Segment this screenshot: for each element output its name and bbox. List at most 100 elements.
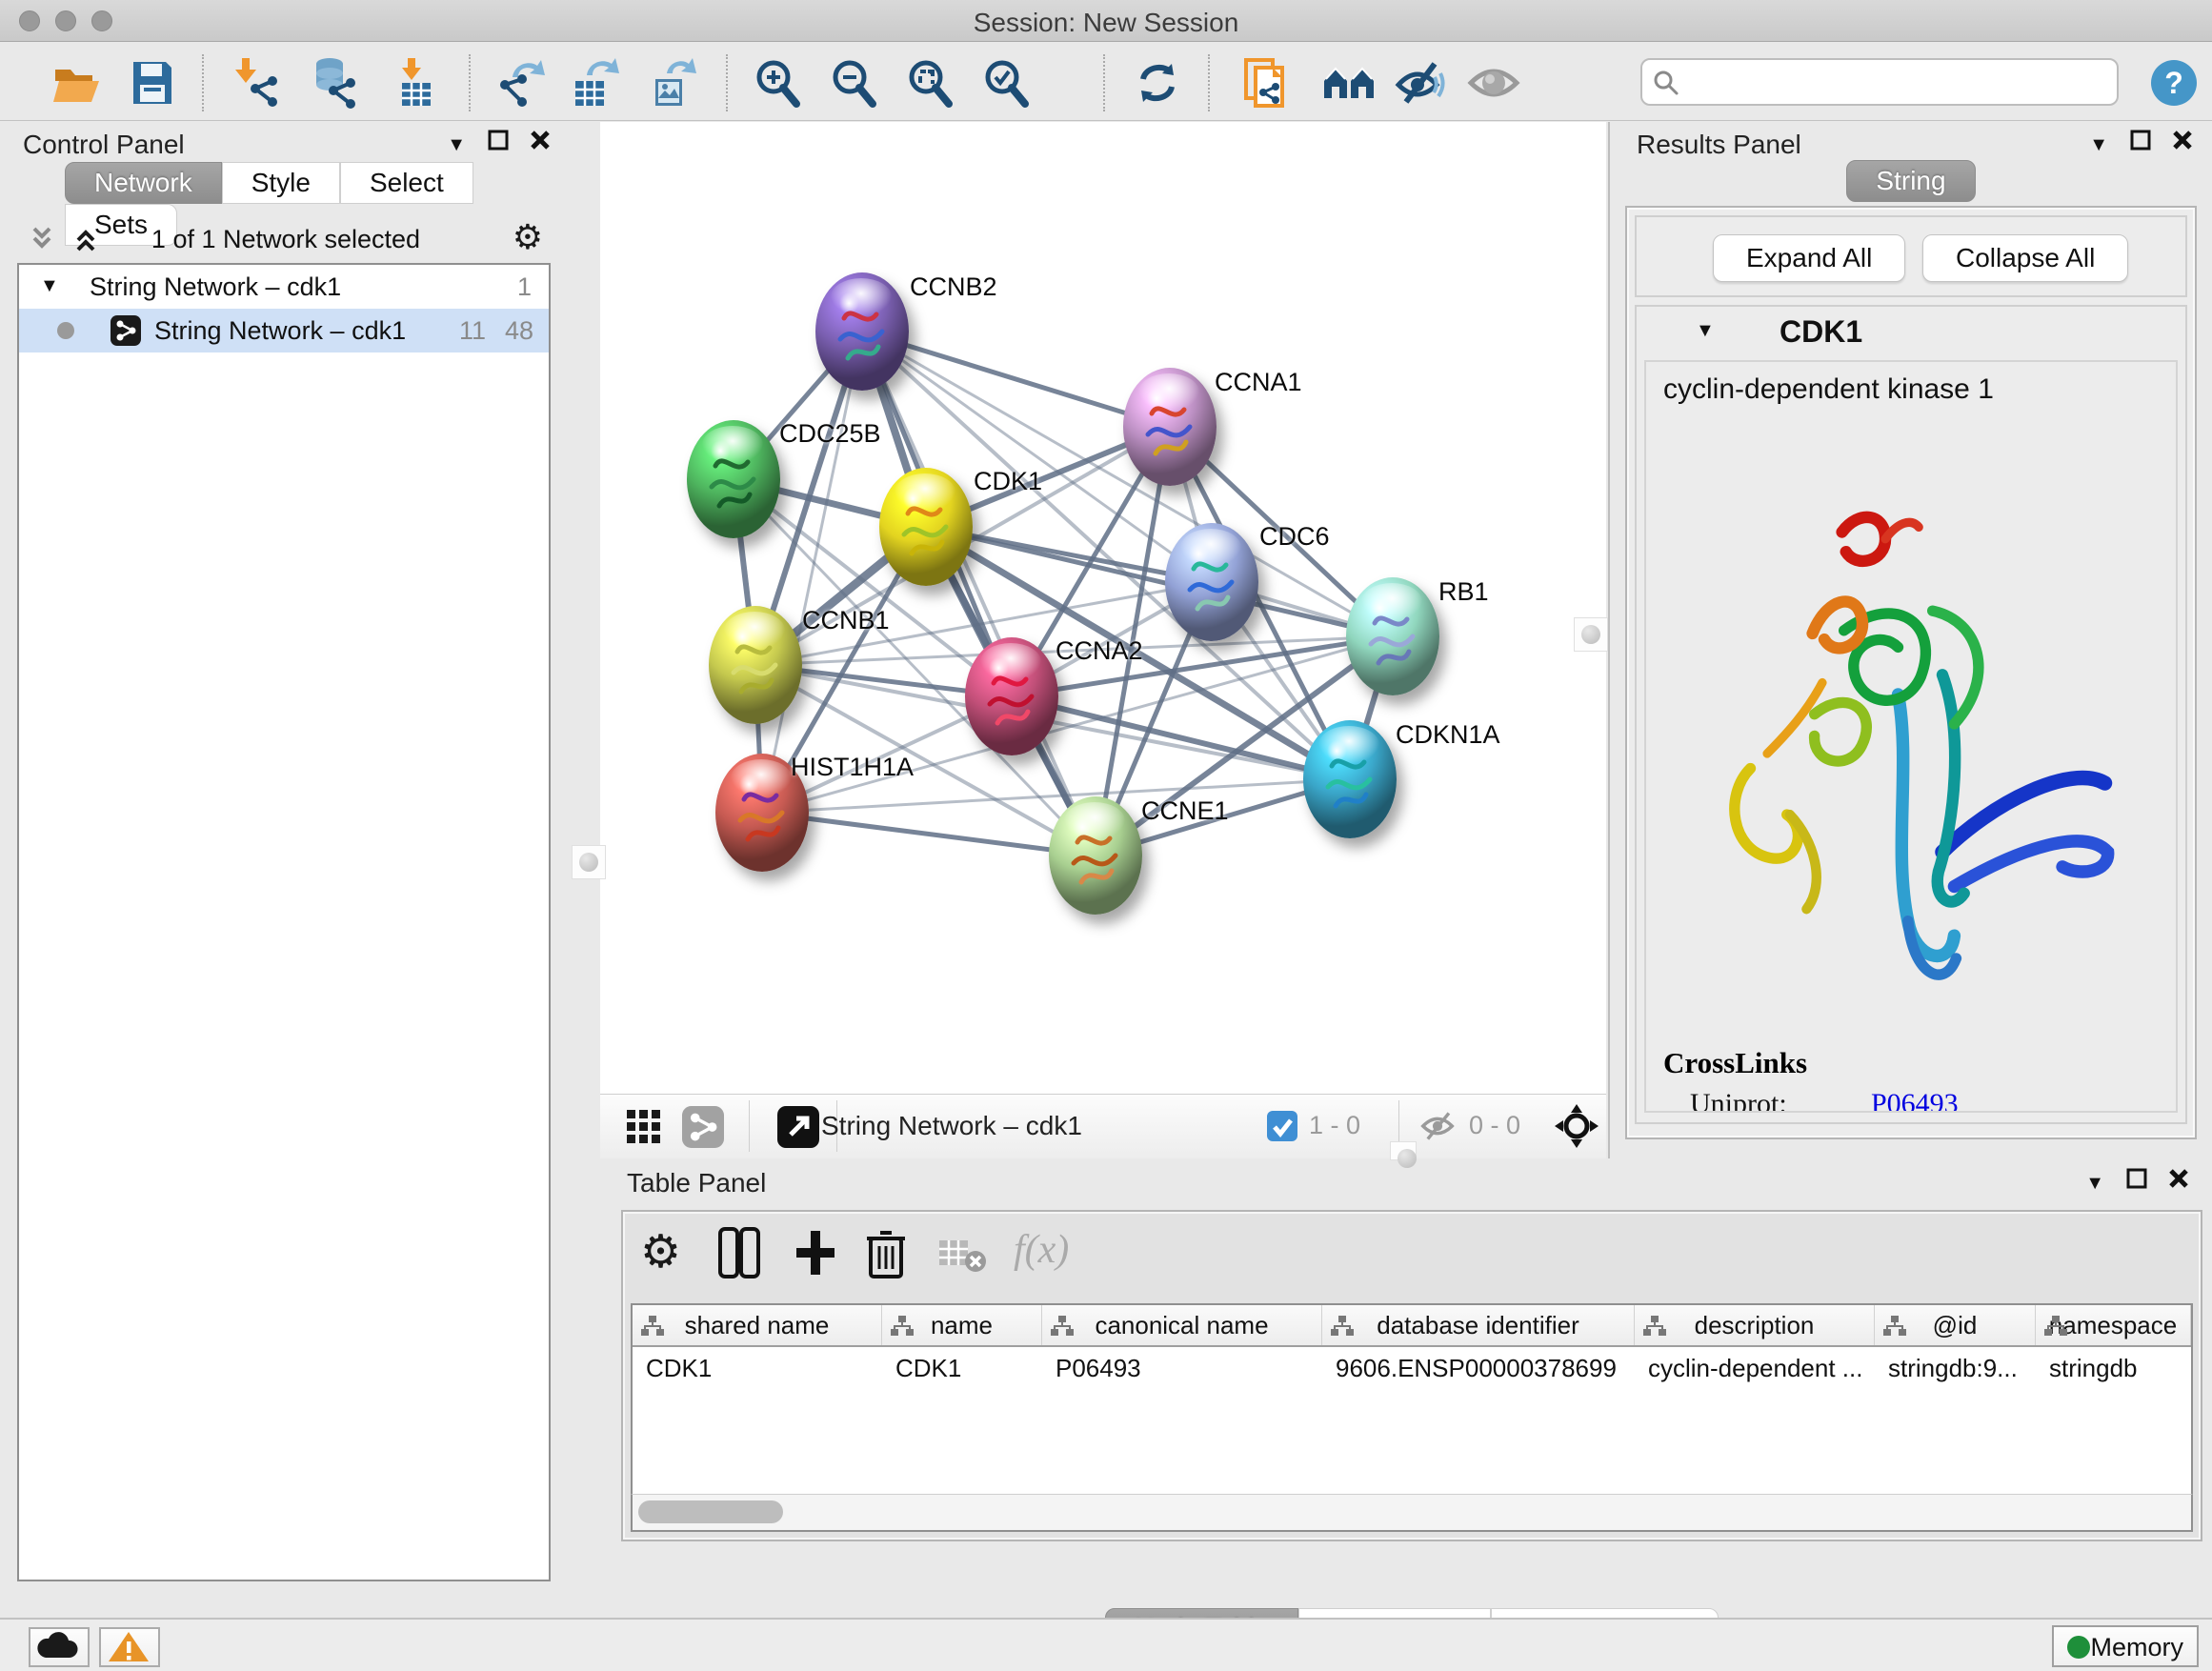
- crosslink-link[interactable]: P06493: [1871, 1088, 1959, 1113]
- show-columns-icon[interactable]: [714, 1225, 768, 1284]
- column-header--id[interactable]: @id: [1875, 1305, 2036, 1345]
- node-CCNB1[interactable]: [709, 606, 802, 724]
- table-cell[interactable]: 9606.ENSP00000378699: [1322, 1347, 1635, 1389]
- zoom-out-button[interactable]: [827, 56, 882, 110]
- column-header-shared-name[interactable]: shared name: [633, 1305, 882, 1345]
- collapse-all-button[interactable]: Collapse All: [1922, 234, 2128, 282]
- import-network-database-button[interactable]: [307, 56, 362, 110]
- birds-eye-toggle-icon[interactable]: [1553, 1102, 1600, 1150]
- network-canvas[interactable]: CCNB2 CCNA1 CDC25B CDK1 CDC6: [600, 122, 1606, 1094]
- edge-CCNB2-HIST1H1A[interactable]: [762, 332, 862, 813]
- table-panel-close-icon[interactable]: [2168, 1168, 2189, 1194]
- help-button[interactable]: ?: [2149, 58, 2204, 111]
- table-cell[interactable]: CDK1: [633, 1347, 882, 1389]
- delete-column-trash-icon[interactable]: [863, 1225, 916, 1284]
- table-panel-float-icon[interactable]: [2126, 1168, 2147, 1194]
- zoom-fit-button[interactable]: [903, 56, 958, 110]
- node-CDC25B[interactable]: [687, 420, 780, 538]
- save-session-button[interactable]: [124, 56, 179, 110]
- gene-entry-collapse-icon[interactable]: ▼: [1696, 320, 1715, 342]
- control-panel: Control Panel ▼ NetworkStyleSelectSets 1…: [0, 122, 568, 1595]
- detach-view-icon[interactable]: [777, 1106, 819, 1148]
- grid-view-icon[interactable]: [625, 1108, 663, 1146]
- scrollbar-thumb[interactable]: [638, 1500, 783, 1523]
- bottom-splitter-handle[interactable]: [1390, 1141, 1417, 1160]
- network-share-gray-icon[interactable]: [682, 1106, 724, 1148]
- selected-checkbox-icon[interactable]: [1267, 1111, 1297, 1141]
- export-network-button[interactable]: [493, 56, 549, 110]
- results-panel-float-icon[interactable]: [2130, 130, 2151, 155]
- show-hide-graphics-button[interactable]: [1393, 56, 1448, 110]
- gene-entry-card: ▼ CDK1 cyclin-dependent kinase 1: [1635, 305, 2187, 1124]
- collection-expand-icon[interactable]: ▼: [40, 275, 59, 297]
- column-header-description[interactable]: description: [1635, 1305, 1875, 1345]
- node-CDKN1A[interactable]: [1303, 720, 1397, 838]
- table-row[interactable]: CDK1CDK1P064939606.ENSP00000378699cyclin…: [633, 1347, 2191, 1389]
- status-bar: Memory: [0, 1618, 2212, 1671]
- table-horizontal-scrollbar: [631, 1494, 2193, 1532]
- table-cell[interactable]: stringdb: [2036, 1347, 2191, 1389]
- network-current-dot-icon: [57, 322, 74, 339]
- expand-all-button[interactable]: Expand All: [1713, 234, 1905, 282]
- gene-entry-header[interactable]: ▼ CDK1: [1637, 307, 2185, 360]
- cloud-status-button[interactable]: [29, 1627, 90, 1667]
- node-CCNA2[interactable]: [965, 637, 1058, 755]
- table-cell[interactable]: P06493: [1042, 1347, 1322, 1389]
- node-CDC6[interactable]: [1165, 523, 1258, 641]
- control-panel-float-icon[interactable]: [488, 130, 509, 155]
- control-panel-close-icon[interactable]: [530, 130, 551, 155]
- table-cell[interactable]: cyclin-dependent ...: [1635, 1347, 1875, 1389]
- open-session-button[interactable]: [50, 56, 105, 110]
- edge-HIST1H1A-CCNE1[interactable]: [762, 813, 1096, 856]
- column-header-name[interactable]: name: [882, 1305, 1042, 1345]
- node-CCNE1[interactable]: [1049, 796, 1142, 915]
- refresh-button[interactable]: [1130, 56, 1185, 110]
- node-structure-thumbnail: [709, 606, 802, 724]
- memory-button[interactable]: Memory: [2052, 1625, 2199, 1667]
- column-header-database-identifier[interactable]: database identifier: [1322, 1305, 1635, 1345]
- table-panel-collapse-icon[interactable]: ▼: [2085, 1173, 2104, 1195]
- table-panel-body: ⚙: [621, 1210, 2202, 1541]
- right-splitter-handle[interactable]: [1574, 617, 1608, 652]
- tab-string[interactable]: String: [1846, 160, 1975, 202]
- node-CCNA1[interactable]: [1123, 368, 1217, 486]
- column-header-namespace[interactable]: namespace: [2036, 1305, 2191, 1345]
- node-RB1[interactable]: [1346, 577, 1439, 695]
- table-cell[interactable]: CDK1: [882, 1347, 1042, 1389]
- database-icon: [307, 56, 362, 110]
- network-collection-row[interactable]: ▼ String Network – cdk1 1: [19, 265, 549, 309]
- table-options-gear-icon[interactable]: ⚙: [640, 1225, 694, 1284]
- left-splitter-handle[interactable]: [572, 845, 606, 879]
- network-options-gear-icon[interactable]: ⚙: [513, 217, 543, 257]
- warnings-button[interactable]: [99, 1627, 160, 1667]
- tab-network[interactable]: Network: [65, 162, 222, 204]
- import-network-button[interactable]: [227, 56, 282, 110]
- node-label-RB1: RB1: [1438, 577, 1489, 607]
- collection-count: 1: [517, 272, 532, 302]
- import-table-button[interactable]: [389, 56, 444, 110]
- search-input[interactable]: [1688, 64, 2107, 100]
- node-CDK1[interactable]: [879, 468, 973, 586]
- first-neighbors-button[interactable]: [1322, 56, 1377, 110]
- results-panel-close-icon[interactable]: [2172, 130, 2193, 155]
- level-of-detail-button[interactable]: [1467, 56, 1522, 110]
- network-row-selected[interactable]: String Network – cdk1 11 48: [19, 309, 549, 352]
- clone-network-button[interactable]: [1238, 56, 1294, 110]
- network-share-icon: [111, 315, 141, 346]
- node-CCNB2[interactable]: [815, 272, 909, 391]
- control-panel-collapse-icon[interactable]: ▼: [447, 134, 466, 156]
- table-cell[interactable]: stringdb:9...: [1875, 1347, 2036, 1389]
- results-panel-collapse-icon[interactable]: ▼: [2089, 134, 2108, 156]
- export-table-button[interactable]: [568, 56, 623, 110]
- column-header-canonical-name[interactable]: canonical name: [1042, 1305, 1322, 1345]
- create-column-icon[interactable]: [791, 1225, 844, 1284]
- tab-select[interactable]: Select: [340, 162, 473, 204]
- zoom-in-button[interactable]: [751, 56, 806, 110]
- export-image-button[interactable]: [646, 56, 701, 110]
- zoom-selected-button[interactable]: [979, 56, 1035, 110]
- tab-style[interactable]: Style: [222, 162, 340, 204]
- export-image-icon: [646, 56, 701, 110]
- node-structure-thumbnail: [1346, 577, 1439, 695]
- protein-structure-image: [1684, 429, 2142, 1019]
- crosslink-row: Uniprot: P06493: [1663, 1080, 2159, 1113]
